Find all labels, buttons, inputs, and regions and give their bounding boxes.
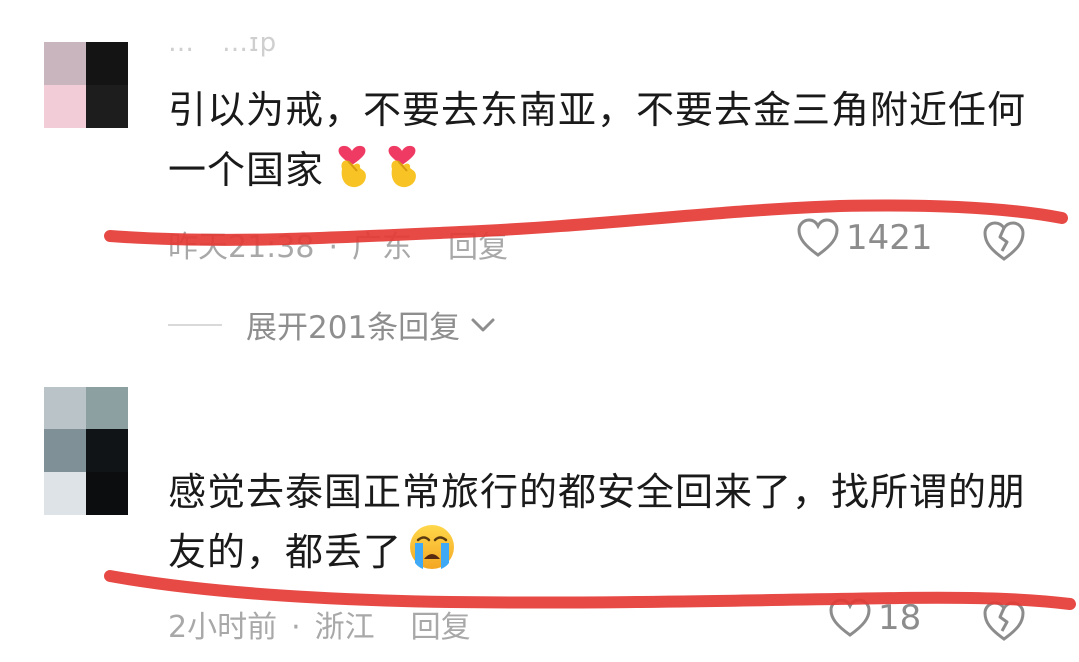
comment-meta: 昨天21:38 · 广东 回复 — [168, 222, 508, 266]
dislike-button[interactable] — [981, 220, 1027, 266]
finger-heart-emoji-icon — [330, 141, 374, 189]
reply-button[interactable]: 回复 — [411, 610, 471, 645]
comment-text: 引以为戒，不要去东南亚，不要去金三角附近任何一个国家 — [168, 80, 1048, 200]
comment-time: 2小时前 — [168, 610, 278, 645]
expand-replies-button[interactable]: 展开201条回复 — [168, 302, 496, 347]
heart-icon — [797, 218, 839, 257]
separator: · — [328, 230, 339, 265]
comment-location: 浙江 — [314, 610, 375, 645]
username[interactable]: … …ɪp — [168, 22, 277, 59]
comment-body: 引以为戒，不要去东南亚，不要去金三角附近任何一个国家 — [168, 88, 1027, 192]
like-button[interactable]: 18 — [828, 598, 921, 638]
comment-list: … …ɪp 引以为戒，不要去东南亚，不要去金三角附近任何一个国家 昨天21:38… — [0, 0, 1079, 662]
avatar[interactable] — [44, 387, 128, 515]
crying-face-emoji-icon — [408, 523, 455, 571]
avatar[interactable] — [44, 42, 128, 128]
comment-location: 广东 — [352, 230, 413, 265]
broken-heart-icon — [983, 601, 1025, 641]
like-count: 18 — [878, 598, 922, 638]
chevron-down-icon — [471, 318, 495, 331]
heart-icon — [829, 598, 871, 637]
dislike-button[interactable] — [981, 600, 1027, 646]
expand-replies-label: 展开201条回复 — [246, 310, 461, 346]
like-count: 1421 — [846, 218, 933, 258]
broken-heart-icon — [983, 221, 1025, 261]
comment-meta: 2小时前 · 浙江 回复 — [168, 602, 471, 646]
like-button[interactable]: 1421 — [796, 218, 933, 258]
separator: · — [291, 610, 301, 645]
comment-time: 昨天21:38 — [168, 230, 315, 265]
finger-heart-emoji-icon — [380, 141, 424, 189]
reply-button[interactable]: 回复 — [448, 230, 508, 265]
divider — [168, 323, 222, 326]
comment-body: 感觉去泰国正常旅行的都安全回来了，找所谓的朋友的，都丢了 — [168, 470, 1027, 574]
comment-text: 感觉去泰国正常旅行的都安全回来了，找所谓的朋友的，都丢了 — [168, 462, 1048, 582]
